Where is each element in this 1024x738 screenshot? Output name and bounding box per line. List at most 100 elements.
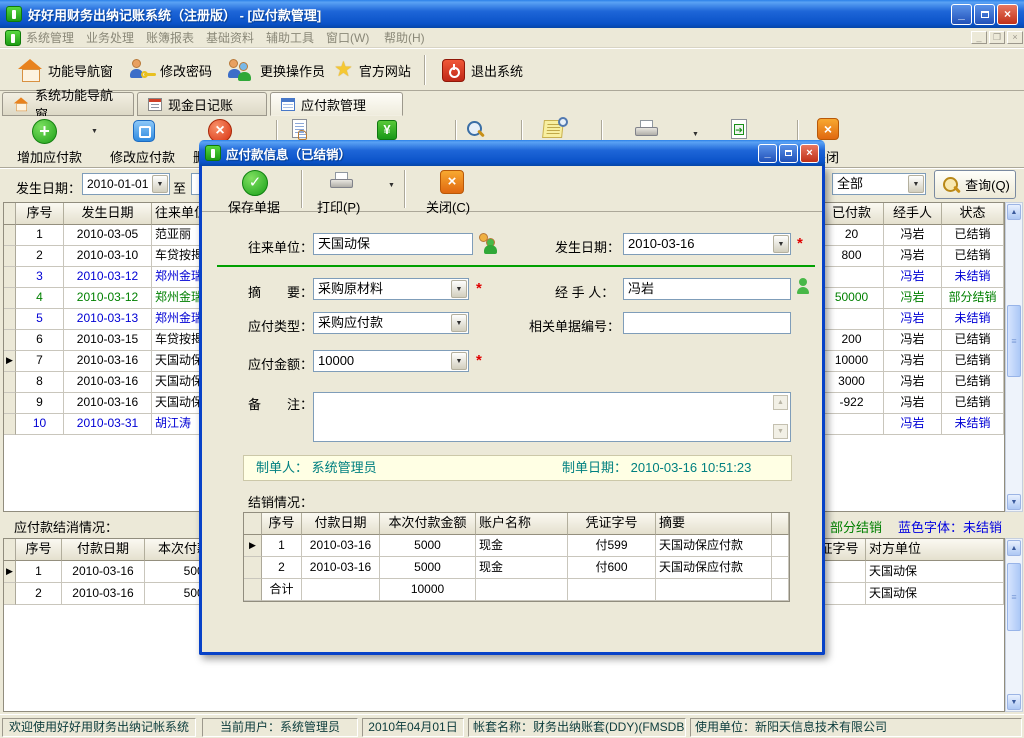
query-button[interactable]: 查询(Q)	[934, 170, 1016, 199]
scrollbar-thumb[interactable]: ≡	[1007, 563, 1021, 631]
menu-help[interactable]: 帮助(H)	[384, 30, 425, 46]
occur-date-combo[interactable]: 2010-03-16 ▼	[623, 233, 791, 255]
print-button[interactable]: 打印(P)	[317, 197, 360, 216]
chevron-down-icon[interactable]: ▼	[451, 352, 467, 370]
dialog-close-button-label[interactable]: 关闭(C)	[426, 197, 470, 216]
tab-payables[interactable]: 应付款管理	[270, 92, 403, 116]
print-dropdown-arrow[interactable]: ▼	[692, 131, 699, 138]
mdi-restore-button[interactable]: ❒	[989, 31, 1005, 44]
column-header: 摘要	[656, 513, 772, 535]
row-selector	[4, 539, 16, 561]
pick-handler-icon[interactable]	[797, 278, 811, 298]
minimize-button[interactable]: _	[951, 4, 972, 25]
amount-label: 应付金额：	[248, 354, 313, 373]
cell: 3	[16, 267, 64, 288]
row-selector	[4, 246, 16, 267]
yen-icon[interactable]: ¥	[377, 120, 397, 140]
menu-business[interactable]: 业务处理	[86, 30, 134, 46]
scroll-up-icon[interactable]: ▲	[1007, 204, 1021, 220]
nav-window-button[interactable]: 功能导航窗	[12, 53, 119, 87]
menu-tools[interactable]: 辅助工具	[266, 30, 314, 46]
scroll-down-icon[interactable]: ▼	[1007, 694, 1021, 710]
close-tab-icon[interactable]: ×	[817, 118, 839, 140]
change-password-button[interactable]: 修改密码	[124, 53, 218, 87]
tab-cash-journal[interactable]: 现金日记账	[137, 92, 267, 116]
cell	[820, 309, 884, 330]
exit-system-button[interactable]: 退出系统	[436, 53, 529, 87]
maker-label: 制单人： 系统管理员	[256, 456, 377, 480]
toolbar-separator	[404, 170, 406, 208]
settlement-scrollbar[interactable]: ▲ ≡ ▼	[1005, 538, 1023, 712]
table-row[interactable]: ▶12010-03-165000现金付599天国动保应付款	[244, 535, 789, 557]
dialog-restore-button[interactable]	[779, 144, 798, 163]
cell: 1	[16, 561, 62, 583]
row-selector	[4, 288, 16, 309]
ref-no-field[interactable]	[623, 312, 791, 334]
search-icon	[940, 175, 960, 195]
change-operator-button[interactable]: 更换操作员	[222, 53, 331, 87]
add-payable-button[interactable]: 增加应付款	[17, 147, 82, 166]
close-icon[interactable]: ×	[440, 170, 464, 194]
menu-basedata[interactable]: 基础资料	[206, 30, 254, 46]
row-selector	[244, 513, 262, 535]
cell: 5000	[380, 557, 476, 579]
add-payable-icon[interactable]: +	[32, 119, 57, 144]
dialog-close-button[interactable]: ×	[800, 144, 819, 163]
cell	[820, 414, 884, 435]
dialog-minimize-button[interactable]: _	[758, 144, 777, 163]
print-icon[interactable]	[634, 120, 660, 140]
tab-nav-window[interactable]: 系统功能导航窗	[2, 92, 134, 116]
cell: 已结销	[942, 246, 1004, 267]
add-dropdown-arrow[interactable]: ▼	[91, 128, 98, 135]
settle-register-icon[interactable]	[292, 119, 307, 138]
type-combo[interactable]: 采购应付款 ▼	[313, 312, 469, 334]
scroll-down-icon[interactable]: ▼	[773, 424, 788, 439]
date-filter-label: 发生日期：	[16, 178, 81, 197]
scrollbar-thumb[interactable]: ≡	[1007, 305, 1021, 377]
settle-table[interactable]: 序号付款日期本次付款金额账户名称凭证字号摘要▶12010-03-165000现金…	[243, 512, 790, 602]
unit-field[interactable]: 天国动保	[313, 233, 473, 255]
menu-system[interactable]: 系统管理	[26, 30, 74, 46]
scroll-down-icon[interactable]: ▼	[1007, 494, 1021, 510]
menu-window[interactable]: 窗口(W)	[326, 30, 369, 46]
pick-unit-icon[interactable]	[479, 233, 497, 253]
chevron-down-icon[interactable]: ▼	[773, 235, 789, 253]
chevron-down-icon[interactable]: ▼	[152, 175, 168, 193]
ref-no-label: 相关单据编号：	[529, 316, 620, 335]
print-dropdown-arrow[interactable]: ▼	[388, 182, 395, 189]
chevron-down-icon[interactable]: ▼	[451, 280, 467, 298]
summary-combo[interactable]: 采购原材料 ▼	[313, 278, 469, 300]
export-icon[interactable]: ➔	[731, 119, 747, 139]
payables-scrollbar[interactable]: ▲ ≡ ▼	[1005, 202, 1023, 512]
table-row[interactable]: 合计10000	[244, 579, 789, 601]
restore-button[interactable]	[974, 4, 995, 25]
scroll-up-icon[interactable]: ▲	[773, 395, 788, 410]
column-header: 状态	[942, 203, 1004, 225]
mdi-close-button[interactable]: ×	[1007, 31, 1023, 44]
note-textarea[interactable]: ▲ ▼	[313, 392, 791, 442]
save-icon[interactable]: ✓	[242, 170, 268, 196]
menu-reports[interactable]: 账簿报表	[146, 30, 194, 46]
chevron-down-icon[interactable]: ▼	[451, 314, 467, 332]
print-icon[interactable]	[329, 172, 355, 192]
official-website-button[interactable]: ★ 官方网站	[328, 53, 417, 87]
handler-field[interactable]: 冯岩	[623, 278, 791, 300]
chevron-down-icon[interactable]: ▼	[908, 175, 924, 193]
scroll-up-icon[interactable]: ▲	[1007, 540, 1021, 556]
column-header: 账户名称	[476, 513, 568, 535]
legend-blue: 蓝色字体：未结销	[898, 517, 1002, 536]
cell: 6	[16, 330, 64, 351]
amount-combo[interactable]: 10000 ▼	[313, 350, 469, 372]
search-icon[interactable]	[464, 119, 486, 141]
table-row[interactable]: 22010-03-165000现金付600天国动保应付款	[244, 557, 789, 579]
close-button[interactable]: ×	[997, 4, 1018, 25]
status-filter-combo[interactable]: 全部 ▼	[832, 173, 926, 195]
save-button[interactable]: 保存单据	[228, 197, 280, 216]
window-title: 好好用财务出纳记账系统（注册版） - [应付款管理]	[28, 5, 321, 24]
cell: 5	[16, 309, 64, 330]
edit-payable-icon[interactable]	[133, 120, 155, 142]
date-from-combo[interactable]: 2010-01-01 ▼	[82, 173, 170, 195]
edit-payable-button[interactable]: 修改应付款	[110, 147, 175, 166]
cell: -922	[820, 393, 884, 414]
mdi-minimize-button[interactable]: _	[971, 31, 987, 44]
